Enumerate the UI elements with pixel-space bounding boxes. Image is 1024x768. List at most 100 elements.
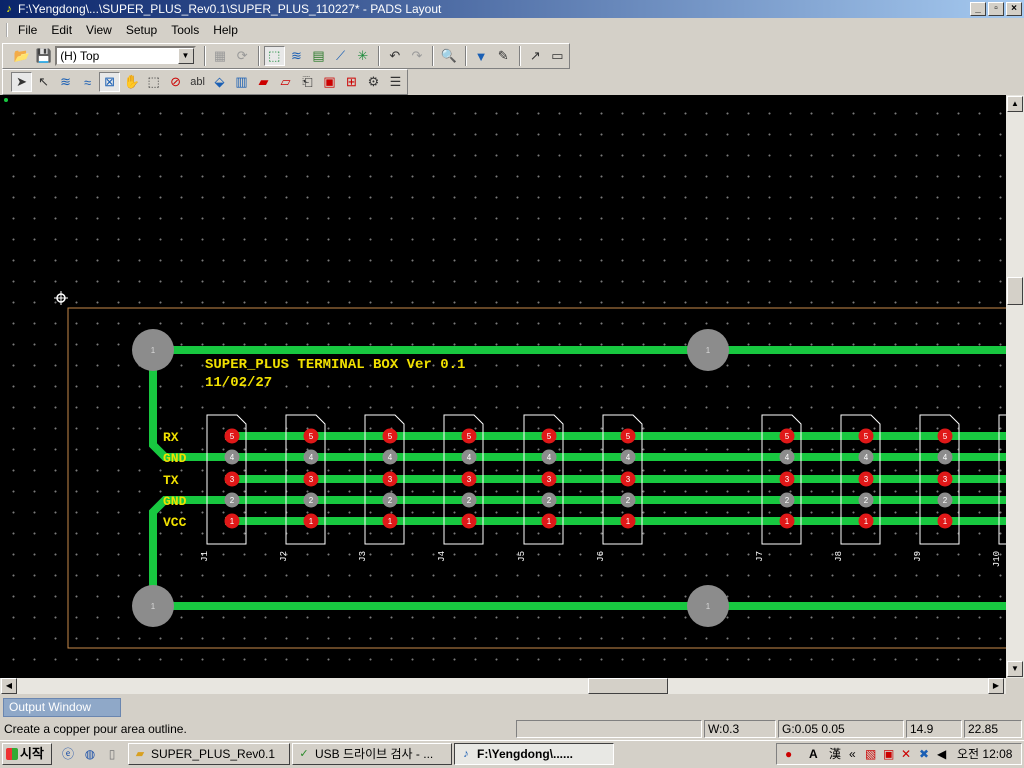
from-library-icon[interactable]: ⎗ — [297, 72, 318, 92]
network-icon[interactable]: ▣ — [883, 746, 894, 762]
window-title: F:\Yengdong\...\SUPER_PLUS_Rev0.1\SUPER_… — [18, 2, 442, 16]
tray-app-icon[interactable]: ▧ — [865, 746, 876, 762]
menu-tools[interactable]: Tools — [164, 23, 206, 37]
folder-quick-icon[interactable]: ▯ — [104, 746, 120, 762]
copper-pour-icon[interactable]: ⊠ — [99, 72, 121, 92]
hatch-pour-icon[interactable]: ▱ — [275, 72, 296, 92]
pad-number: 1 — [388, 517, 393, 526]
undo-icon[interactable]: ↶ — [384, 46, 405, 66]
verify-icon[interactable]: ↗ — [525, 46, 546, 66]
pads-app-icon[interactable]: ♪ — [2, 2, 16, 16]
route-icon[interactable]: ⟋ — [330, 46, 351, 66]
pad-number: 1 — [943, 517, 948, 526]
scroll-left-icon[interactable]: ◀ — [1, 678, 17, 694]
net-label-vcc: VCC — [163, 515, 187, 530]
mount-hole-label: 1 — [706, 346, 711, 355]
redraw-icon[interactable]: ⟳ — [232, 46, 253, 66]
status-grid: G:0.05 0.05 — [778, 720, 904, 738]
ecO-toolbar-icon[interactable]: ▤ — [308, 46, 329, 66]
tray-expand-icon[interactable]: « — [849, 746, 856, 762]
connector-refdes: J1 — [200, 551, 210, 562]
vertical-scrollbar[interactable]: ▲ ▼ — [1006, 95, 1024, 678]
restore-button[interactable]: ▫ — [988, 2, 1004, 16]
explorer-icon[interactable]: ◍ — [82, 746, 98, 762]
text-icon[interactable]: abl — [187, 72, 208, 92]
select-arrow-icon[interactable]: ➤ — [11, 72, 33, 92]
korean-flag-icon[interactable]: ● — [785, 746, 792, 762]
connector-refdes: J8 — [834, 551, 844, 562]
select-mode-icon[interactable]: ↖ — [33, 72, 54, 92]
dimension-icon[interactable]: ✳ — [352, 46, 373, 66]
drafting-properties-icon[interactable]: ▣ — [319, 72, 340, 92]
pad-number: 5 — [230, 432, 235, 441]
component-icon[interactable]: ⊞ — [341, 72, 362, 92]
task-pads-layout[interactable]: ♪ F:\Yengdong\...... — [454, 743, 614, 765]
pad-number: 2 — [626, 496, 631, 505]
task-label: SUPER_PLUS_Rev0.1 — [151, 747, 276, 761]
open-file-icon[interactable]: 📂 — [11, 46, 32, 66]
pad-number: 2 — [547, 496, 552, 505]
pad-number: 5 — [864, 432, 869, 441]
pad-number: 4 — [467, 453, 472, 462]
chevron-down-icon[interactable]: ▼ — [177, 48, 194, 64]
layer-select[interactable]: (H) Top ▼ — [55, 46, 196, 66]
ie-icon[interactable]: ⓔ — [60, 746, 76, 762]
status-blank-box — [516, 720, 702, 738]
menu-file[interactable]: File — [6, 23, 44, 37]
volume-icon[interactable]: ◀ — [937, 746, 946, 762]
menu-view[interactable]: View — [79, 23, 119, 37]
scroll-right-icon[interactable]: ▶ — [988, 678, 1004, 694]
connector-j1: 5 4 3 2 1 J1 — [200, 414, 247, 562]
save-icon[interactable]: 💾 — [33, 46, 54, 66]
task-super-plus[interactable]: ▰ SUPER_PLUS_Rev0.1 — [128, 743, 290, 765]
net-label-gnd2: GND — [163, 494, 187, 509]
net-label-gnd: GND — [163, 451, 187, 466]
flood-icon[interactable]: ▰ — [253, 72, 274, 92]
connector-refdes: J3 — [358, 551, 368, 562]
hatch-icon[interactable]: ✋ — [121, 72, 142, 92]
gear-icon[interactable]: ⚙ — [363, 72, 384, 92]
start-button[interactable]: 시작 — [2, 743, 52, 765]
keepout-icon[interactable]: ⊘ — [165, 72, 186, 92]
design-toolbar-icon[interactable]: ⬚ — [263, 46, 285, 66]
pad-number: 5 — [626, 432, 631, 441]
list-icon[interactable]: ☰ — [385, 72, 406, 92]
antivirus-icon[interactable]: ✕ — [901, 746, 911, 762]
horizontal-scroll-thumb[interactable] — [588, 678, 668, 694]
connector-refdes: J5 — [517, 551, 527, 562]
output-window-tab[interactable]: Output Window — [3, 698, 121, 717]
dimension-icon[interactable]: ▥ — [231, 72, 252, 92]
task-usb-check[interactable]: ✓ USB 드라이브 검사 - ... — [292, 743, 452, 765]
mount-hole-label: 1 — [151, 602, 156, 611]
vertical-scroll-thumb[interactable] — [1007, 277, 1023, 305]
hanja-icon[interactable]: 漢 — [829, 746, 841, 762]
connector-refdes: J10 — [992, 551, 1002, 567]
ime-label[interactable]: A — [809, 746, 818, 762]
origin-marker — [4, 98, 8, 102]
drafting-icon[interactable]: ≋ — [286, 46, 307, 66]
2d-line-icon[interactable]: ⬙ — [209, 72, 230, 92]
horizontal-scrollbar[interactable]: ◀ ▶ — [0, 678, 1006, 694]
menu-setup[interactable]: Setup — [119, 23, 164, 37]
scroll-down-icon[interactable]: ▼ — [1007, 661, 1023, 677]
menu-help[interactable]: Help — [206, 23, 245, 37]
copper-cutout-icon[interactable]: ≈ — [77, 72, 98, 92]
pcb-drawing[interactable]: 1 1 1 1 SUPER_PLUS TERMINAL BOX Ver 0.1 … — [0, 95, 1006, 678]
pad-number: 1 — [309, 517, 314, 526]
pad-number: 3 — [309, 475, 314, 484]
brush-icon[interactable]: ✎ — [493, 46, 514, 66]
display-icon[interactable]: ▼ — [471, 46, 492, 66]
redo-icon[interactable]: ↷ — [406, 46, 427, 66]
close-button[interactable]: × — [1006, 2, 1022, 16]
pad-number: 4 — [626, 453, 631, 462]
scroll-up-icon[interactable]: ▲ — [1007, 96, 1023, 112]
zoom-icon[interactable]: 🔍 — [438, 46, 459, 66]
layout-icon[interactable]: ▦ — [210, 46, 231, 66]
board-outline-icon[interactable]: ⬚ — [143, 72, 164, 92]
minimize-button[interactable]: _ — [970, 2, 986, 16]
menu-edit[interactable]: Edit — [44, 23, 79, 37]
copper-icon[interactable]: ≋ — [55, 72, 76, 92]
tray-warning-icon[interactable]: ✖ — [919, 746, 929, 762]
window-icon[interactable]: ▭ — [547, 46, 568, 66]
pcb-canvas[interactable]: 1 1 1 1 SUPER_PLUS TERMINAL BOX Ver 0.1 … — [0, 95, 1006, 678]
